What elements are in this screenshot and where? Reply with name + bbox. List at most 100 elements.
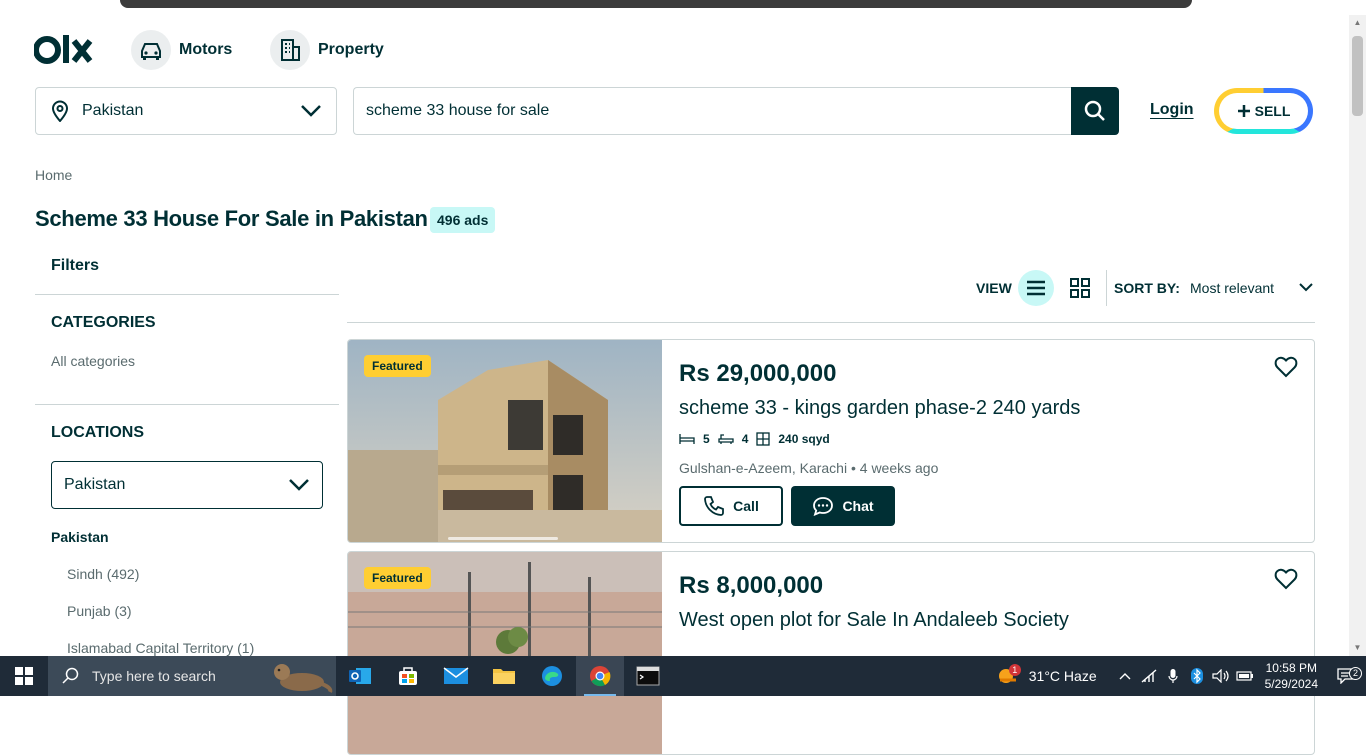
filters-title: Filters (51, 257, 100, 274)
category-property-label: Property (318, 41, 384, 58)
sell-button[interactable]: SELL (1214, 88, 1313, 134)
browser-top-edge (0, 0, 1366, 15)
location-parent[interactable]: Pakistan (51, 529, 109, 545)
locations-heading: LOCATIONS (51, 424, 145, 441)
taskbar-mail[interactable] (432, 656, 480, 696)
listing-image[interactable]: Featured (348, 552, 662, 754)
location-value: Pakistan (82, 102, 144, 119)
taskbar-edge[interactable] (528, 656, 576, 696)
category-property[interactable]: Property (270, 30, 384, 70)
chevron-down-icon[interactable] (1298, 280, 1314, 294)
taskbar-search[interactable]: Type here to search (48, 656, 336, 696)
search-input[interactable]: scheme 33 house for sale (353, 87, 1071, 135)
microphone-icon[interactable] (1161, 668, 1185, 684)
sort-select[interactable]: Most relevant (1190, 280, 1274, 296)
listing-meta: Gulshan-e-Azeem, Karachi • 4 weeks ago (679, 460, 939, 476)
listing-card[interactable]: Featured Rs 8,000,000 West open plot for… (347, 551, 1315, 755)
location-child-sindh[interactable]: Sindh (492) (67, 566, 139, 582)
chrome-icon (590, 666, 611, 687)
weather-icon[interactable]: 1 (993, 664, 1023, 686)
listing-image[interactable]: Featured (348, 340, 662, 542)
notification-icon[interactable]: 2 (1326, 667, 1366, 684)
divider (35, 294, 339, 295)
weather-badge: 1 (1008, 664, 1021, 676)
listing-price: Rs 29,000,000 (679, 360, 837, 387)
weather-text[interactable]: 31°C Haze (1023, 668, 1113, 684)
grid-view-icon (1070, 278, 1090, 298)
all-categories-link[interactable]: All categories (51, 353, 135, 369)
bluetooth-icon[interactable] (1185, 668, 1209, 684)
bath-icon (718, 434, 734, 444)
search-input-value: scheme 33 house for sale (366, 102, 550, 119)
search-button[interactable] (1071, 87, 1119, 135)
clock-date: 5/29/2024 (1264, 677, 1318, 691)
listing-card[interactable]: Featured Rs 29,000,000 scheme 33 - kings… (347, 339, 1315, 543)
chat-button[interactable]: Chat (791, 486, 895, 526)
listing-location: Gulshan-e-Azeem, Karachi (679, 460, 848, 476)
store-icon (399, 667, 417, 685)
terminal-icon (636, 666, 660, 686)
chevron-down-icon (289, 479, 309, 491)
listing-specs: 5 4 240 sqyd (679, 432, 830, 446)
olx-logo[interactable] (34, 33, 94, 67)
listing-title[interactable]: scheme 33 - kings garden phase-2 240 yar… (679, 397, 1080, 420)
category-motors-label: Motors (179, 41, 233, 58)
location-child-islamabad[interactable]: Islamabad Capital Territory (1) (67, 640, 254, 656)
page-title: Scheme 33 House For Sale in Pakistan (35, 206, 428, 231)
volume-icon[interactable] (1209, 669, 1233, 683)
clock-time: 10:58 PM (1265, 661, 1317, 675)
chat-icon (813, 497, 834, 516)
heart-icon[interactable] (1274, 356, 1298, 378)
system-tray: 1 31°C Haze 10:58 PM 5/29/2024 2 (993, 656, 1366, 696)
start-button[interactable] (0, 656, 48, 696)
listing-title[interactable]: West open plot for Sale In Andaleeb Soci… (679, 609, 1069, 632)
taskbar-store[interactable] (384, 656, 432, 696)
taskbar-outlook[interactable] (336, 656, 384, 696)
outlook-icon (349, 668, 371, 684)
list-view-button[interactable] (1018, 270, 1054, 306)
scroll-up-arrow[interactable]: ▲ (1353, 18, 1362, 27)
edge-icon (542, 666, 562, 686)
ads-count-badge: 496 ads (430, 207, 496, 233)
sell-label: SELL (1254, 103, 1291, 119)
notification-count: 2 (1349, 667, 1362, 680)
login-link[interactable]: Login (1150, 101, 1194, 119)
scrollbar-thumb[interactable] (1352, 36, 1363, 116)
list-view-icon (1027, 280, 1045, 296)
taskbar-chrome[interactable] (576, 656, 624, 696)
area-icon (756, 432, 771, 446)
taskbar-file-explorer[interactable] (480, 656, 528, 696)
grid-view-button[interactable] (1066, 274, 1094, 302)
chevron-up-icon[interactable] (1113, 672, 1137, 680)
phone-icon (704, 496, 725, 516)
windows-taskbar: Type here to search 1 31°C Haze 10:58 PM (0, 656, 1366, 696)
view-label: VIEW (976, 280, 1012, 296)
area-value: 240 sqyd (778, 432, 830, 446)
otter-illustration-icon (274, 664, 333, 693)
chevron-down-icon (301, 105, 321, 117)
location-child-punjab[interactable]: Punjab (3) (67, 603, 132, 619)
listing-price: Rs 8,000,000 (679, 572, 824, 599)
location-selector[interactable]: Pakistan (35, 87, 337, 135)
category-motors[interactable]: Motors (131, 30, 232, 70)
battery-icon[interactable] (1233, 670, 1257, 682)
bed-icon (679, 434, 695, 444)
taskbar-search-placeholder: Type here to search (92, 668, 216, 684)
image-carousel-indicator (448, 537, 558, 540)
scroll-down-arrow[interactable]: ▼ (1353, 643, 1362, 652)
taskbar-clock[interactable]: 10:58 PM 5/29/2024 (1257, 660, 1326, 692)
location-filter-value: Pakistan (64, 476, 126, 493)
search-icon (1084, 100, 1105, 121)
heart-icon[interactable] (1274, 568, 1298, 590)
breadcrumb[interactable]: Home (35, 167, 72, 183)
toolbar-separator (1106, 270, 1107, 306)
mail-icon (443, 667, 469, 684)
search-icon (62, 667, 79, 684)
car-icon (131, 30, 171, 70)
taskbar-terminal[interactable] (624, 656, 672, 696)
browser-address-strip (120, 0, 1192, 8)
featured-badge: Featured (364, 567, 431, 589)
network-icon[interactable] (1137, 669, 1161, 683)
location-filter-select[interactable]: Pakistan (51, 461, 323, 509)
call-button[interactable]: Call (679, 486, 783, 526)
